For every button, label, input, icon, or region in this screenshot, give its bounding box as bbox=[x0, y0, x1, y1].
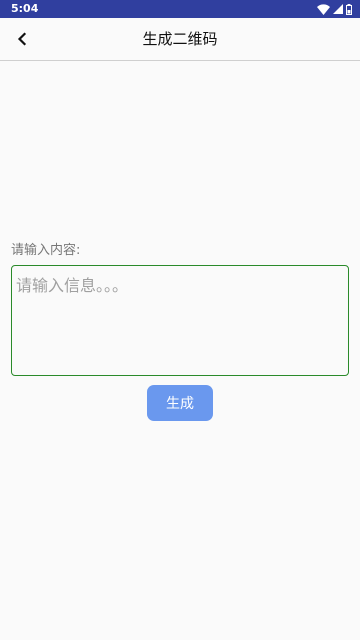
content-input[interactable] bbox=[11, 265, 349, 376]
status-bar: 5:04 bbox=[0, 0, 360, 18]
cell-signal-icon bbox=[333, 4, 343, 14]
toolbar: 生成二维码 bbox=[0, 18, 360, 61]
status-icons bbox=[317, 3, 352, 15]
content-label: 请输入内容: bbox=[11, 243, 81, 258]
battery-icon bbox=[346, 3, 352, 15]
wifi-icon bbox=[317, 3, 330, 15]
status-time: 5:04 bbox=[11, 2, 39, 15]
generate-button[interactable]: 生成 bbox=[147, 385, 213, 421]
page-title: 生成二维码 bbox=[142, 30, 218, 48]
